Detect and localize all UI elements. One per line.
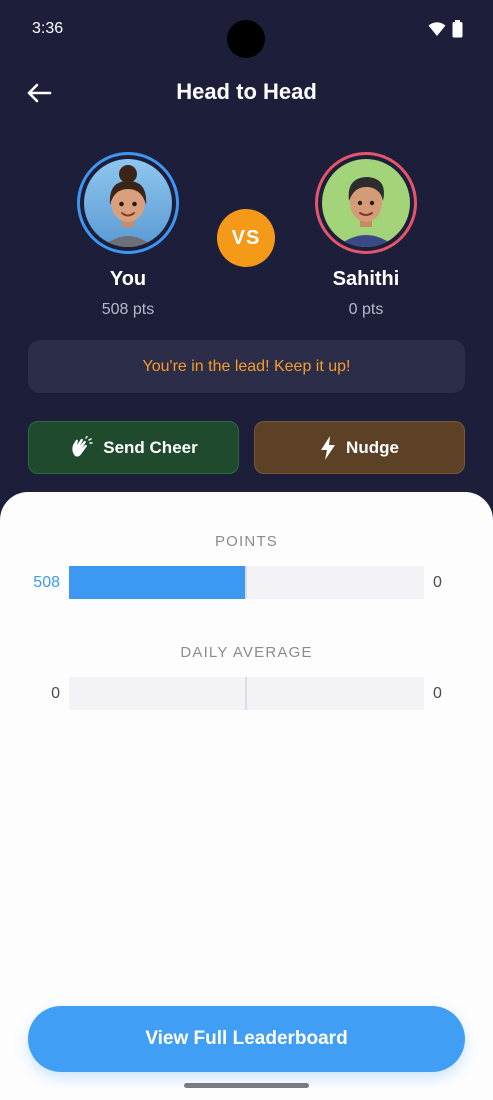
nudge-button[interactable]: Nudge	[254, 421, 465, 474]
lead-message: You're in the lead! Keep it up!	[142, 357, 351, 375]
avatar-opponent[interactable]	[315, 152, 417, 254]
home-indicator[interactable]	[184, 1083, 309, 1088]
stat-points-you-fill	[69, 566, 247, 599]
stat-daily-center-line	[245, 677, 247, 710]
player-you-name: You	[109, 268, 147, 290]
wifi-icon	[428, 22, 446, 36]
page-title: Head to Head	[176, 79, 317, 104]
player-opponent: Sahithi 0 pts	[315, 152, 417, 319]
player-opponent-name: Sahithi	[332, 268, 400, 290]
stat-points-you-value: 508	[33, 574, 60, 591]
stat-label-daily-average: DAILY AVERAGE	[180, 644, 313, 661]
lightning-icon	[321, 435, 336, 460]
lead-banner: You're in the lead! Keep it up!	[28, 340, 465, 393]
stat-points-opponent-value: 0	[433, 574, 442, 591]
camera-cutout	[227, 20, 265, 58]
send-cheer-label: Send Cheer	[103, 437, 198, 457]
avatar-you[interactable]	[77, 152, 179, 254]
vs-badge: VS	[217, 209, 275, 267]
avatar-woman-image	[84, 159, 172, 247]
stat-points-bar	[69, 566, 424, 599]
stat-daily-opponent-value: 0	[433, 685, 442, 702]
battery-icon	[452, 20, 463, 38]
stat-daily-bar	[69, 677, 424, 710]
nudge-label: Nudge	[346, 437, 399, 457]
stat-points-center-line	[245, 566, 247, 599]
stat-label-points: POINTS	[214, 533, 279, 550]
avatar-man-image	[322, 159, 410, 247]
view-full-leaderboard-button[interactable]: View Full Leaderboard	[28, 1006, 465, 1072]
send-cheer-button[interactable]: Send Cheer	[28, 421, 239, 474]
status-time: 3:36	[32, 20, 64, 37]
status-icons	[428, 20, 463, 38]
player-you-points: 508 pts	[101, 301, 155, 318]
status-bar: 3:36	[0, 0, 493, 60]
stat-daily-you-value: 0	[51, 685, 60, 702]
player-opponent-points: 0 pts	[348, 301, 384, 318]
player-you: You 508 pts	[77, 152, 179, 319]
header: Head to Head	[0, 70, 493, 116]
clapping-hands-icon	[72, 435, 93, 457]
view-full-leaderboard-label: View Full Leaderboard	[145, 1028, 348, 1049]
